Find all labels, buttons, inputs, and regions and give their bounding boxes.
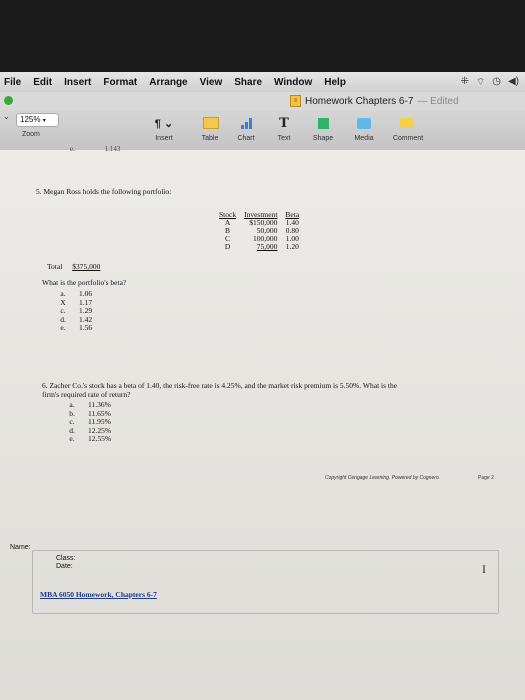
text-cursor-icon: I (482, 562, 486, 576)
document-title-text: Homework Chapters 6-7 (305, 95, 414, 107)
pages-document-icon: ≡ (290, 95, 301, 107)
text-button[interactable]: T (270, 112, 298, 134)
previous-question-tail: e. 1.143 (70, 145, 120, 153)
name-label: Name: (10, 544, 31, 551)
app-status-icon[interactable]: ⁜ (460, 76, 468, 89)
page-number: Page 2 (478, 475, 494, 481)
wifi-icon[interactable]: ⌔ (476, 76, 485, 89)
menu-view[interactable]: View (194, 77, 229, 88)
option-value: 1.143 (104, 145, 121, 153)
text-label: Text (277, 135, 291, 142)
document-page[interactable]: e. 1.143 5. Megan Ross holds the followi… (0, 145, 525, 700)
window-titlebar: ≡ Homework Chapters 6-7 — Edited (0, 92, 525, 110)
question-6-line-1: 6. Zacher Co.'s stock has a beta of 1.40… (42, 381, 398, 390)
chevron-down-icon[interactable]: ⌄ (3, 112, 10, 121)
media-label: Media (354, 135, 374, 142)
chart-label: Chart (237, 135, 255, 142)
option-value: 12.55% (88, 434, 112, 443)
comment-button[interactable] (392, 112, 420, 134)
total-label: Total (47, 262, 63, 271)
media-icon (357, 117, 371, 129)
copyright-text: Copyright Cengage Learning. Powered by C… (325, 475, 441, 481)
question-6-text: 6. Zacher Co.'s stock has a beta of 1.40… (42, 381, 502, 399)
menu-help[interactable]: Help (318, 77, 352, 88)
investment-cell: 75,000 (256, 242, 278, 251)
edited-status: — Edited (417, 95, 459, 107)
option-letter: e. (60, 323, 66, 332)
pilcrow-icon: ¶ ⌄ (154, 117, 174, 130)
insert-label: Insert (155, 135, 173, 142)
course-title: MBA 6050 Homework, Chapters 6-7 (40, 590, 157, 599)
question-6-line-2: firm's required rate of return? (42, 390, 131, 399)
page-footer-box (32, 550, 499, 614)
zoom-label: Zoom (22, 131, 40, 138)
chart-button[interactable] (232, 112, 260, 134)
portfolio-table: Stock Investment Beta A $150,000 1.40 B … (215, 210, 303, 251)
class-date-labels: Class: Date: (56, 555, 75, 571)
table-button[interactable] (197, 112, 225, 134)
table-icon (203, 117, 219, 129)
menu-format[interactable]: Format (97, 77, 143, 88)
clock-icon[interactable]: ◷ (492, 76, 501, 89)
chart-icon (240, 117, 252, 129)
menu-file[interactable]: File (0, 77, 27, 88)
menu-edit[interactable]: Edit (27, 77, 58, 88)
document-title: ≡ Homework Chapters 6-7 — Edited (290, 95, 459, 107)
shape-button[interactable] (309, 112, 337, 134)
question-5-options: a. 1.06 X 1.17 c. 1.29 d. 1.42 e. 1.56 (47, 289, 93, 333)
class-label: Class: (56, 555, 76, 562)
zoom-value: 125% (20, 115, 41, 124)
volume-icon[interactable]: ◀) (508, 76, 519, 89)
question-5-prompt: What is the portfolio's beta? (42, 278, 127, 287)
option-value: 1.56 (79, 323, 93, 332)
date-label: Date: (56, 563, 73, 570)
zoom-select[interactable]: 125% ▾ (16, 113, 59, 127)
list-item: e. 12.55% (56, 434, 112, 444)
question-5-text: 5. Megan Ross holds the following portfo… (36, 187, 172, 196)
shape-icon (317, 117, 329, 129)
menu-window[interactable]: Window (268, 77, 318, 88)
media-button[interactable] (350, 112, 378, 134)
stock-cell: D (224, 242, 231, 251)
text-box-icon: T (279, 115, 289, 131)
menu-share[interactable]: Share (228, 77, 268, 88)
menu-insert[interactable]: Insert (58, 77, 97, 88)
status-icons: ⁜ ⌔ ◷ ◀) (460, 76, 525, 89)
menu-arrange[interactable]: Arrange (143, 77, 193, 88)
comment-icon (399, 118, 413, 128)
portfolio-total: Total $375,000 (47, 262, 100, 271)
shape-label: Shape (312, 135, 334, 142)
chevron-down-icon: ▾ (42, 118, 46, 124)
beta-cell: 1.20 (285, 242, 299, 251)
table-label: Table (201, 135, 219, 142)
question-6-options: a. 11.36% b. 11.65% c. 11.95% d. 12.25% e. 12… (56, 400, 112, 444)
option-letter: e. (69, 434, 75, 443)
table-row: D 75,000 1.20 (215, 243, 303, 251)
window-zoom-button[interactable] (4, 96, 13, 105)
total-value: $375,000 (72, 262, 101, 271)
comment-label: Comment (392, 135, 424, 142)
list-item: e. 1.56 (47, 323, 93, 333)
menu-bar: File Edit Insert Format Arrange View Sha… (0, 72, 525, 92)
insert-button[interactable]: ¶ ⌄ (150, 112, 178, 134)
option-letter: e. (70, 145, 75, 153)
